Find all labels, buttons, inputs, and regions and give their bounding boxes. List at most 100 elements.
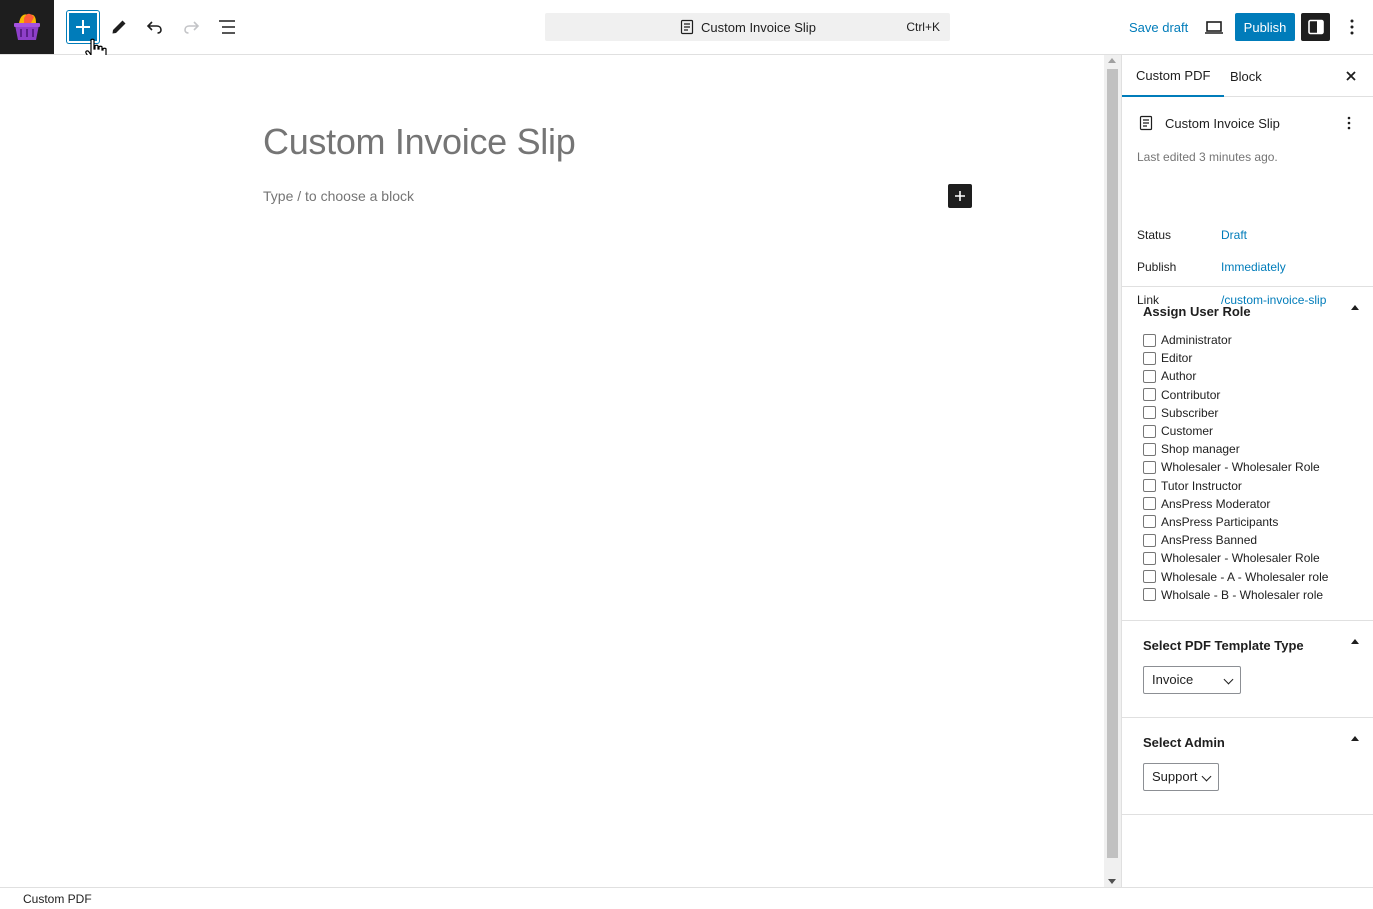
role-checkbox[interactable] (1143, 479, 1156, 493)
role-checkbox[interactable] (1143, 442, 1156, 456)
role-label: AnsPress Moderator (1161, 496, 1271, 511)
scroll-thumb[interactable] (1107, 69, 1118, 858)
role-checkbox[interactable] (1143, 570, 1156, 584)
tab-custom-pdf[interactable]: Custom PDF (1122, 55, 1225, 97)
command-shortcut: Ctrl+K (906, 20, 940, 34)
publish-button[interactable]: Publish (1235, 13, 1295, 41)
shopping-basket-icon (14, 13, 40, 40)
role-label: Author (1161, 369, 1197, 384)
redo-button[interactable] (175, 11, 207, 43)
plus-icon (955, 191, 965, 201)
role-label: Wholesaler - Wholesaler Role (1161, 551, 1320, 566)
role-option[interactable]: Wholesale - A - Wholesaler role (1143, 567, 1373, 585)
role-option[interactable]: Editor (1143, 349, 1373, 367)
role-label: Customer (1161, 424, 1214, 439)
document-icon (1139, 115, 1153, 131)
role-label: Editor (1161, 351, 1193, 366)
role-checkbox[interactable] (1143, 406, 1156, 420)
role-option[interactable]: Wholsale - B - Wholesaler role (1143, 586, 1373, 604)
post-actions-button[interactable] (1339, 113, 1359, 133)
role-checkbox[interactable] (1143, 551, 1156, 565)
add-block-button[interactable] (948, 184, 972, 208)
close-sidebar-button[interactable] (1341, 66, 1361, 86)
preview-button[interactable] (1198, 11, 1230, 43)
tools-button[interactable] (103, 11, 135, 43)
list-view-button[interactable] (211, 11, 243, 43)
post-title[interactable]: Custom Invoice Slip (263, 121, 576, 163)
role-label: Subscriber (1161, 405, 1219, 420)
role-checkbox[interactable] (1143, 588, 1156, 602)
undo-icon (146, 21, 162, 34)
list-view-icon (219, 20, 235, 34)
last-edited-text: Last edited 3 minutes ago. (1137, 150, 1278, 164)
role-checkbox[interactable] (1143, 333, 1156, 347)
select-admin-panel: Select Admin Support (1122, 718, 1373, 815)
editor-header: Custom Invoice Slip Ctrl+K Save draft Pu… (0, 0, 1373, 64)
role-label: Tutor Instructor (1161, 478, 1242, 493)
chevron-down-icon (1201, 771, 1212, 782)
site-logo[interactable] (0, 0, 54, 54)
canvas-scrollbar[interactable] (1104, 55, 1121, 887)
role-label: AnsPress Participants (1161, 514, 1279, 529)
role-checkbox[interactable] (1143, 369, 1156, 383)
role-option[interactable]: Customer (1143, 422, 1373, 440)
publish-date-link[interactable]: Immediately (1221, 260, 1286, 274)
role-option[interactable]: Administrator (1143, 331, 1373, 349)
role-checkbox[interactable] (1143, 424, 1156, 438)
panel-title: Select PDF Template Type (1143, 637, 1304, 653)
role-checkbox[interactable] (1143, 533, 1156, 547)
role-label: AnsPress Banned (1161, 533, 1258, 548)
role-checkbox-list: Administrator Editor Author Contributor Subs… (1122, 331, 1373, 620)
role-label: Shop manager (1161, 442, 1240, 457)
role-option[interactable]: AnsPress Moderator (1143, 495, 1373, 513)
role-option[interactable]: Subscriber (1143, 404, 1373, 422)
role-checkbox[interactable] (1143, 460, 1156, 474)
select-admin-toggle[interactable]: Select Admin (1122, 718, 1373, 762)
admin-select[interactable]: Support (1143, 762, 1219, 791)
publish-label: Publish (1137, 260, 1177, 274)
role-checkbox[interactable] (1143, 515, 1156, 529)
status-value-link[interactable]: Draft (1221, 228, 1247, 242)
block-placeholder[interactable]: Type / to choose a block (263, 188, 414, 204)
chevron-up-icon (1351, 638, 1359, 644)
settings-sidebar: Custom PDF Block Custom Invoice Slip Las… (1121, 55, 1373, 887)
role-option[interactable]: Tutor Instructor (1143, 477, 1373, 495)
undo-button[interactable] (139, 11, 171, 43)
pdf-template-toggle[interactable]: Select PDF Template Type (1122, 621, 1373, 665)
scroll-up-icon[interactable] (1108, 58, 1116, 63)
more-vertical-icon (1350, 19, 1354, 35)
role-option[interactable]: AnsPress Participants (1143, 513, 1373, 531)
role-option[interactable]: Wholesaler - Wholesaler Role (1143, 549, 1373, 567)
scroll-down-icon[interactable] (1108, 879, 1116, 884)
block-breadcrumb[interactable]: Custom PDF (23, 892, 92, 906)
plus-icon (76, 20, 90, 34)
more-vertical-icon (1347, 116, 1351, 130)
settings-button[interactable] (1301, 13, 1330, 41)
editor-footer: Custom PDF (0, 887, 1373, 909)
role-option[interactable]: Shop manager (1143, 440, 1373, 458)
admin-value: Support (1152, 769, 1198, 785)
tab-block[interactable]: Block (1216, 55, 1276, 97)
save-draft-button[interactable]: Save draft (1121, 13, 1196, 41)
role-option[interactable]: Author (1143, 367, 1373, 385)
status-label: Status (1137, 228, 1172, 242)
template-type-value: Invoice (1152, 672, 1194, 688)
role-option[interactable]: AnsPress Banned (1143, 531, 1373, 549)
chevron-up-icon (1351, 305, 1359, 310)
role-checkbox[interactable] (1143, 351, 1156, 365)
assign-user-role-panel: Assign User Role Administrator Editor Auth… (1122, 287, 1373, 621)
assign-user-role-toggle[interactable]: Assign User Role (1122, 287, 1373, 331)
sidebar-toggle-icon (1307, 19, 1324, 35)
template-type-select[interactable]: Invoice (1143, 665, 1241, 694)
role-checkbox[interactable] (1143, 388, 1156, 402)
panel-title: Select Admin (1143, 734, 1225, 750)
role-checkbox[interactable] (1143, 497, 1156, 511)
role-option[interactable]: Wholesaler - Wholesaler Role (1143, 458, 1373, 476)
close-icon (1346, 71, 1356, 81)
pencil-icon (112, 20, 126, 34)
role-label: Administrator (1161, 333, 1232, 348)
document-command-bar[interactable]: Custom Invoice Slip Ctrl+K (545, 13, 950, 41)
options-button[interactable] (1336, 11, 1368, 43)
editor-canvas: Custom Invoice Slip Type / to choose a b… (0, 55, 1104, 887)
role-option[interactable]: Contributor (1143, 386, 1373, 404)
